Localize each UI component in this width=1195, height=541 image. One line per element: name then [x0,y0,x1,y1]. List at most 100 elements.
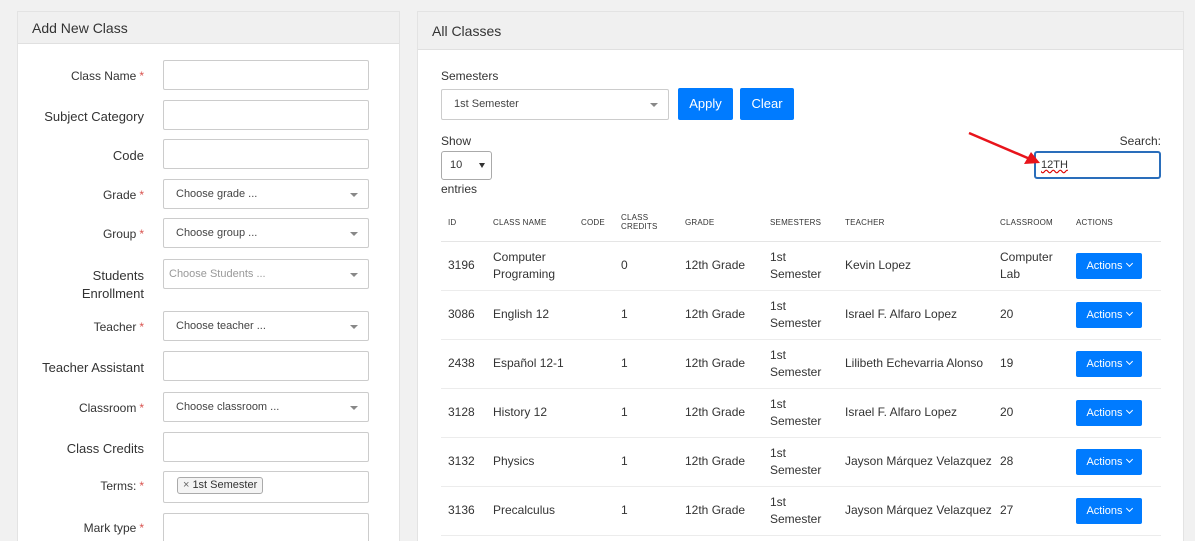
tag-remove-icon[interactable]: × [183,479,189,491]
chevron-down-icon [350,325,358,329]
code-input[interactable] [163,139,369,169]
cell-semesters: 1st Semester [763,486,838,536]
table-row: 2438 Español 12-1 1 12th Grade 1st Semester L… [441,339,1161,389]
chevron-down-icon [350,232,358,236]
grade-select[interactable]: Choose grade ... [163,179,369,209]
group-select[interactable]: Choose group ... [163,218,369,248]
table-row: 3086 English 12 1 12th Grade 1st Semester Isr… [441,290,1161,340]
all-classes-panel: All Classes Semesters 1st Semester Apply… [417,11,1184,541]
entries-label: entries [441,182,478,196]
col-class-name[interactable]: CLASS NAME [486,204,574,242]
cell-code [574,437,614,487]
table-row: 3128 History 12 1 12th Grade 1st Semester Isr… [441,388,1161,438]
cell-grade: 12th Grade [678,486,763,536]
cell-code [574,486,614,536]
actions-button[interactable]: Actions [1076,252,1142,279]
cell-classroom: 28 [993,437,1069,487]
cell-credits: 1 [614,290,678,340]
classes-table: ID CLASS NAME CODE CLASS CREDITS GRADE S… [441,204,1161,536]
class-credits-label: Class Credits [66,441,144,456]
cell-credits: 0 [614,241,678,291]
teacher-select[interactable]: Choose teacher ... [163,311,369,341]
actions-label: Actions [1086,308,1123,321]
table-row: 3136 Precalculus 1 12th Grade 1st Semester Ja… [441,486,1161,536]
terms-multiselect[interactable]: × 1st Semester [163,471,369,503]
actions-button[interactable]: Actions [1076,350,1142,377]
class-credits-input[interactable] [163,432,369,462]
cell-teacher: Jayson Márquez Velazquez [838,437,993,487]
classroom-label: Classroom * [78,401,144,415]
annotation-arrow-icon [968,131,1040,164]
cell-code [574,290,614,340]
cell-teacher: Israel F. Alfaro Lopez [838,388,993,438]
cell-id: 3132 [441,437,486,487]
col-code[interactable]: CODE [574,204,614,242]
col-class-credits[interactable]: CLASS CREDITS [614,204,678,242]
class-name-label: Class Name * [70,69,144,83]
col-teacher[interactable]: TEACHER [838,204,993,242]
cell-name: Precalculus [486,486,574,536]
entries-select[interactable]: 10 [441,151,492,180]
classroom-select[interactable]: Choose classroom ... [163,392,369,422]
cell-actions: Actions [1069,437,1161,487]
actions-button[interactable]: Actions [1076,399,1142,426]
teacher-assistant-input[interactable] [163,351,369,381]
semester-select[interactable]: 1st Semester [441,89,669,120]
students-select[interactable]: Choose Students ... [163,259,369,289]
clear-button[interactable]: Clear [740,88,794,120]
cell-actions: Actions [1069,241,1161,291]
actions-label: Actions [1086,259,1123,272]
cell-actions: Actions [1069,486,1161,536]
chevron-down-icon [1125,504,1133,512]
subject-category-input[interactable] [163,100,369,130]
col-grade[interactable]: GRADE [678,204,763,242]
semesters-label: Semesters [441,69,499,83]
cell-id: 3196 [441,241,486,291]
all-classes-title: All Classes [418,12,1183,50]
chevron-down-icon [650,103,658,107]
actions-label: Actions [1086,455,1123,468]
col-semesters[interactable]: SEMESTERS [763,204,838,242]
group-label: Group * [102,227,144,241]
cell-grade: 12th Grade [678,241,763,291]
grade-label: Grade * [102,188,144,202]
mark-type-input[interactable] [163,513,369,541]
actions-button[interactable]: Actions [1076,497,1142,524]
col-id[interactable]: ID [441,204,486,242]
class-name-input[interactable] [163,60,369,90]
cell-semesters: 1st Semester [763,290,838,340]
actions-label: Actions [1086,504,1123,517]
chevron-down-icon [350,406,358,410]
search-input[interactable]: 12TH [1034,151,1161,179]
cell-semesters: 1st Semester [763,241,838,291]
students-enrollment-label: Students Enrollment [81,268,144,301]
col-classroom[interactable]: CLASSROOM [993,204,1069,242]
add-class-title: Add New Class [18,12,399,44]
cell-grade: 12th Grade [678,388,763,438]
terms-tag: × 1st Semester [177,477,264,494]
cell-credits: 1 [614,339,678,389]
chevron-down-icon [350,273,358,277]
cell-name: English 12 [486,290,574,340]
table-row: 3196 Computer Programing 0 12th Grade 1st Se… [441,241,1161,291]
cell-grade: 12th Grade [678,437,763,487]
cell-credits: 1 [614,388,678,438]
cell-code [574,339,614,389]
cell-actions: Actions [1069,290,1161,340]
cell-teacher: Lilibeth Echevarria Alonso [838,339,993,389]
cell-teacher: Jayson Márquez Velazquez [838,486,993,536]
actions-button[interactable]: Actions [1076,448,1142,475]
cell-code [574,241,614,291]
cell-id: 3128 [441,388,486,438]
actions-label: Actions [1086,406,1123,419]
actions-button[interactable]: Actions [1076,301,1142,328]
cell-semesters: 1st Semester [763,388,838,438]
cell-name: Computer Programing [486,241,574,291]
col-actions: ACTIONS [1069,204,1161,242]
add-class-panel: Add New Class Class Name * Subject Catego… [17,11,400,541]
cell-classroom: Computer Lab [993,241,1069,291]
cell-name: History 12 [486,388,574,438]
cell-actions: Actions [1069,388,1161,438]
cell-semesters: 1st Semester [763,437,838,487]
apply-button[interactable]: Apply [678,88,733,120]
